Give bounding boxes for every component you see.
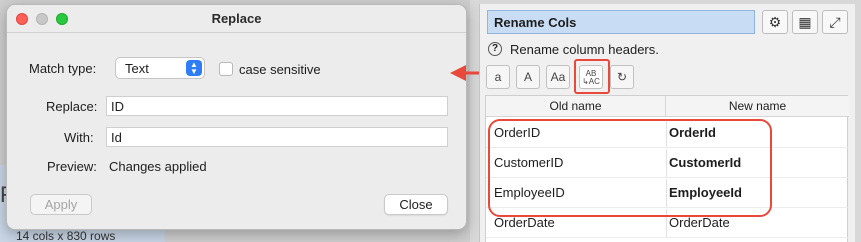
rename-table: Old name New name OrderID OrderId Custom… xyxy=(485,95,849,242)
case-sensitive-checkbox[interactable] xyxy=(219,62,233,76)
preview-value: Changes applied xyxy=(109,159,207,174)
with-label: With: xyxy=(64,130,94,145)
help-text: Rename column headers. xyxy=(510,42,659,57)
chevron-updown-icon: ▲ ▼ xyxy=(186,60,202,76)
replace-label: Replace: xyxy=(46,99,98,114)
column-header-new-name[interactable]: New name xyxy=(666,96,849,117)
panel-title: Rename Cols xyxy=(487,10,755,34)
gear-icon[interactable]: ⚙ xyxy=(762,10,788,34)
help-icon[interactable]: ? xyxy=(488,42,502,56)
uppercase-button[interactable]: A xyxy=(516,65,540,89)
preview-label: Preview: xyxy=(47,159,97,174)
new-name-cell[interactable]: OrderDate xyxy=(669,215,730,230)
apply-button[interactable]: Apply xyxy=(30,194,92,215)
match-type-label: Match type: xyxy=(29,61,97,76)
match-type-value: Text xyxy=(125,61,149,76)
expand-icon[interactable]: ⤢ xyxy=(822,10,848,34)
rename-cols-panel: Rename Cols ⚙ ▦ ⤢ ? Rename column header… xyxy=(479,4,855,242)
reset-icon[interactable]: ↻ xyxy=(610,65,634,89)
lowercase-button[interactable]: a xyxy=(486,65,510,89)
old-name-cell: OrderDate xyxy=(494,215,555,230)
with-input[interactable] xyxy=(106,127,448,147)
annotation-highlight-rows xyxy=(488,119,772,217)
match-type-select[interactable]: Text ▲ ▼ xyxy=(115,57,205,79)
close-button[interactable]: Close xyxy=(384,194,448,215)
annotation-highlight-button xyxy=(574,59,610,94)
dialog-title: Replace xyxy=(211,11,262,26)
replace-dialog: Replace Match type: Text ▲ ▼ case sensiti… xyxy=(6,4,467,230)
titlecase-button[interactable]: Aa xyxy=(546,65,570,89)
table-icon[interactable]: ▦ xyxy=(792,10,818,34)
background-stats-text: 14 cols x 830 rows xyxy=(16,229,116,242)
column-header-old-name[interactable]: Old name xyxy=(486,96,666,117)
dialog-titlebar: Replace xyxy=(7,5,466,33)
case-sensitive-label: case sensitive xyxy=(239,62,321,77)
replace-input[interactable] xyxy=(106,96,448,116)
